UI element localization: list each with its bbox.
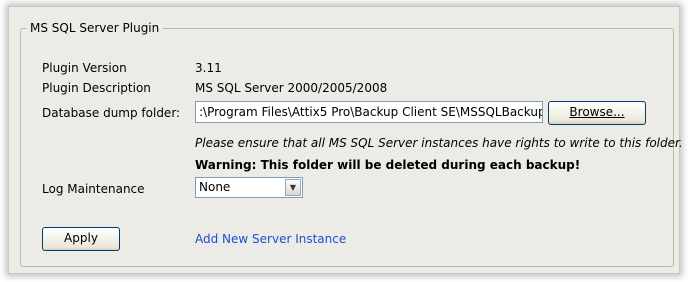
log-maintenance-label: Log Maintenance <box>42 182 145 196</box>
plugin-description-label: Plugin Description <box>42 81 151 95</box>
plugin-version-label: Plugin Version <box>42 61 127 75</box>
plugin-description-value: MS SQL Server 2000/2005/2008 <box>195 81 388 95</box>
dump-folder-label: Database dump folder: <box>42 106 181 120</box>
dump-folder-input[interactable]: :\Program Files\Attix5 Pro\Backup Client… <box>195 101 543 123</box>
delete-warning: Warning: This folder will be deleted dur… <box>195 158 581 172</box>
add-server-instance-link[interactable]: Add New Server Instance <box>195 231 346 247</box>
log-maintenance-select[interactable]: None ▼ <box>195 177 303 198</box>
log-maintenance-value: None <box>199 180 231 194</box>
browse-button[interactable]: Browse... <box>548 101 646 125</box>
plugin-version-value: 3.11 <box>195 61 222 75</box>
rights-note: Please ensure that all MS SQL Server ins… <box>195 136 683 150</box>
browse-button-label: Browse... <box>569 105 625 119</box>
apply-button[interactable]: Apply <box>42 227 120 251</box>
chevron-down-icon[interactable]: ▼ <box>285 179 301 196</box>
group-title: MS SQL Server Plugin <box>26 19 164 37</box>
